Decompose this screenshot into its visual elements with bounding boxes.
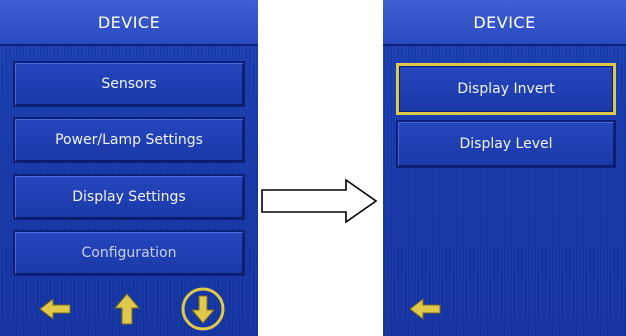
back-button[interactable] — [36, 294, 76, 324]
arrow-up-icon — [113, 293, 141, 325]
button-label: Display Level — [459, 136, 553, 152]
power-lamp-settings-button[interactable]: Power/Lamp Settings — [13, 117, 245, 163]
arrow-left-icon — [409, 297, 441, 321]
button-label: Sensors — [101, 76, 157, 92]
transition-arrow — [260, 178, 380, 228]
back-button[interactable] — [406, 294, 446, 324]
display-level-button[interactable]: Display Level — [396, 120, 616, 168]
arrow-right-outline-icon — [261, 178, 378, 224]
down-button[interactable] — [180, 286, 226, 332]
configuration-button[interactable]: Configuration — [13, 230, 245, 276]
button-label: Power/Lamp Settings — [55, 132, 203, 148]
arrow-left-icon — [39, 297, 71, 321]
display-settings-button[interactable]: Display Settings — [13, 174, 245, 220]
screen-header: DEVICE — [0, 0, 258, 46]
screen-title: DEVICE — [473, 12, 536, 32]
sensors-button[interactable]: Sensors — [13, 61, 245, 107]
button-label: Display Invert — [457, 81, 555, 97]
display-settings-screen: DEVICE Display Invert Display Level — [383, 0, 626, 336]
screen-header: DEVICE — [383, 0, 626, 46]
arrow-down-circle-icon — [181, 287, 225, 331]
button-label: Display Settings — [72, 189, 186, 205]
screen-title: DEVICE — [97, 12, 161, 32]
button-label: Configuration — [81, 245, 177, 261]
display-invert-button[interactable]: Display Invert — [396, 63, 616, 115]
up-button[interactable] — [111, 291, 143, 327]
device-menu-screen: DEVICE Sensors Power/Lamp Settings Displ… — [0, 0, 258, 336]
